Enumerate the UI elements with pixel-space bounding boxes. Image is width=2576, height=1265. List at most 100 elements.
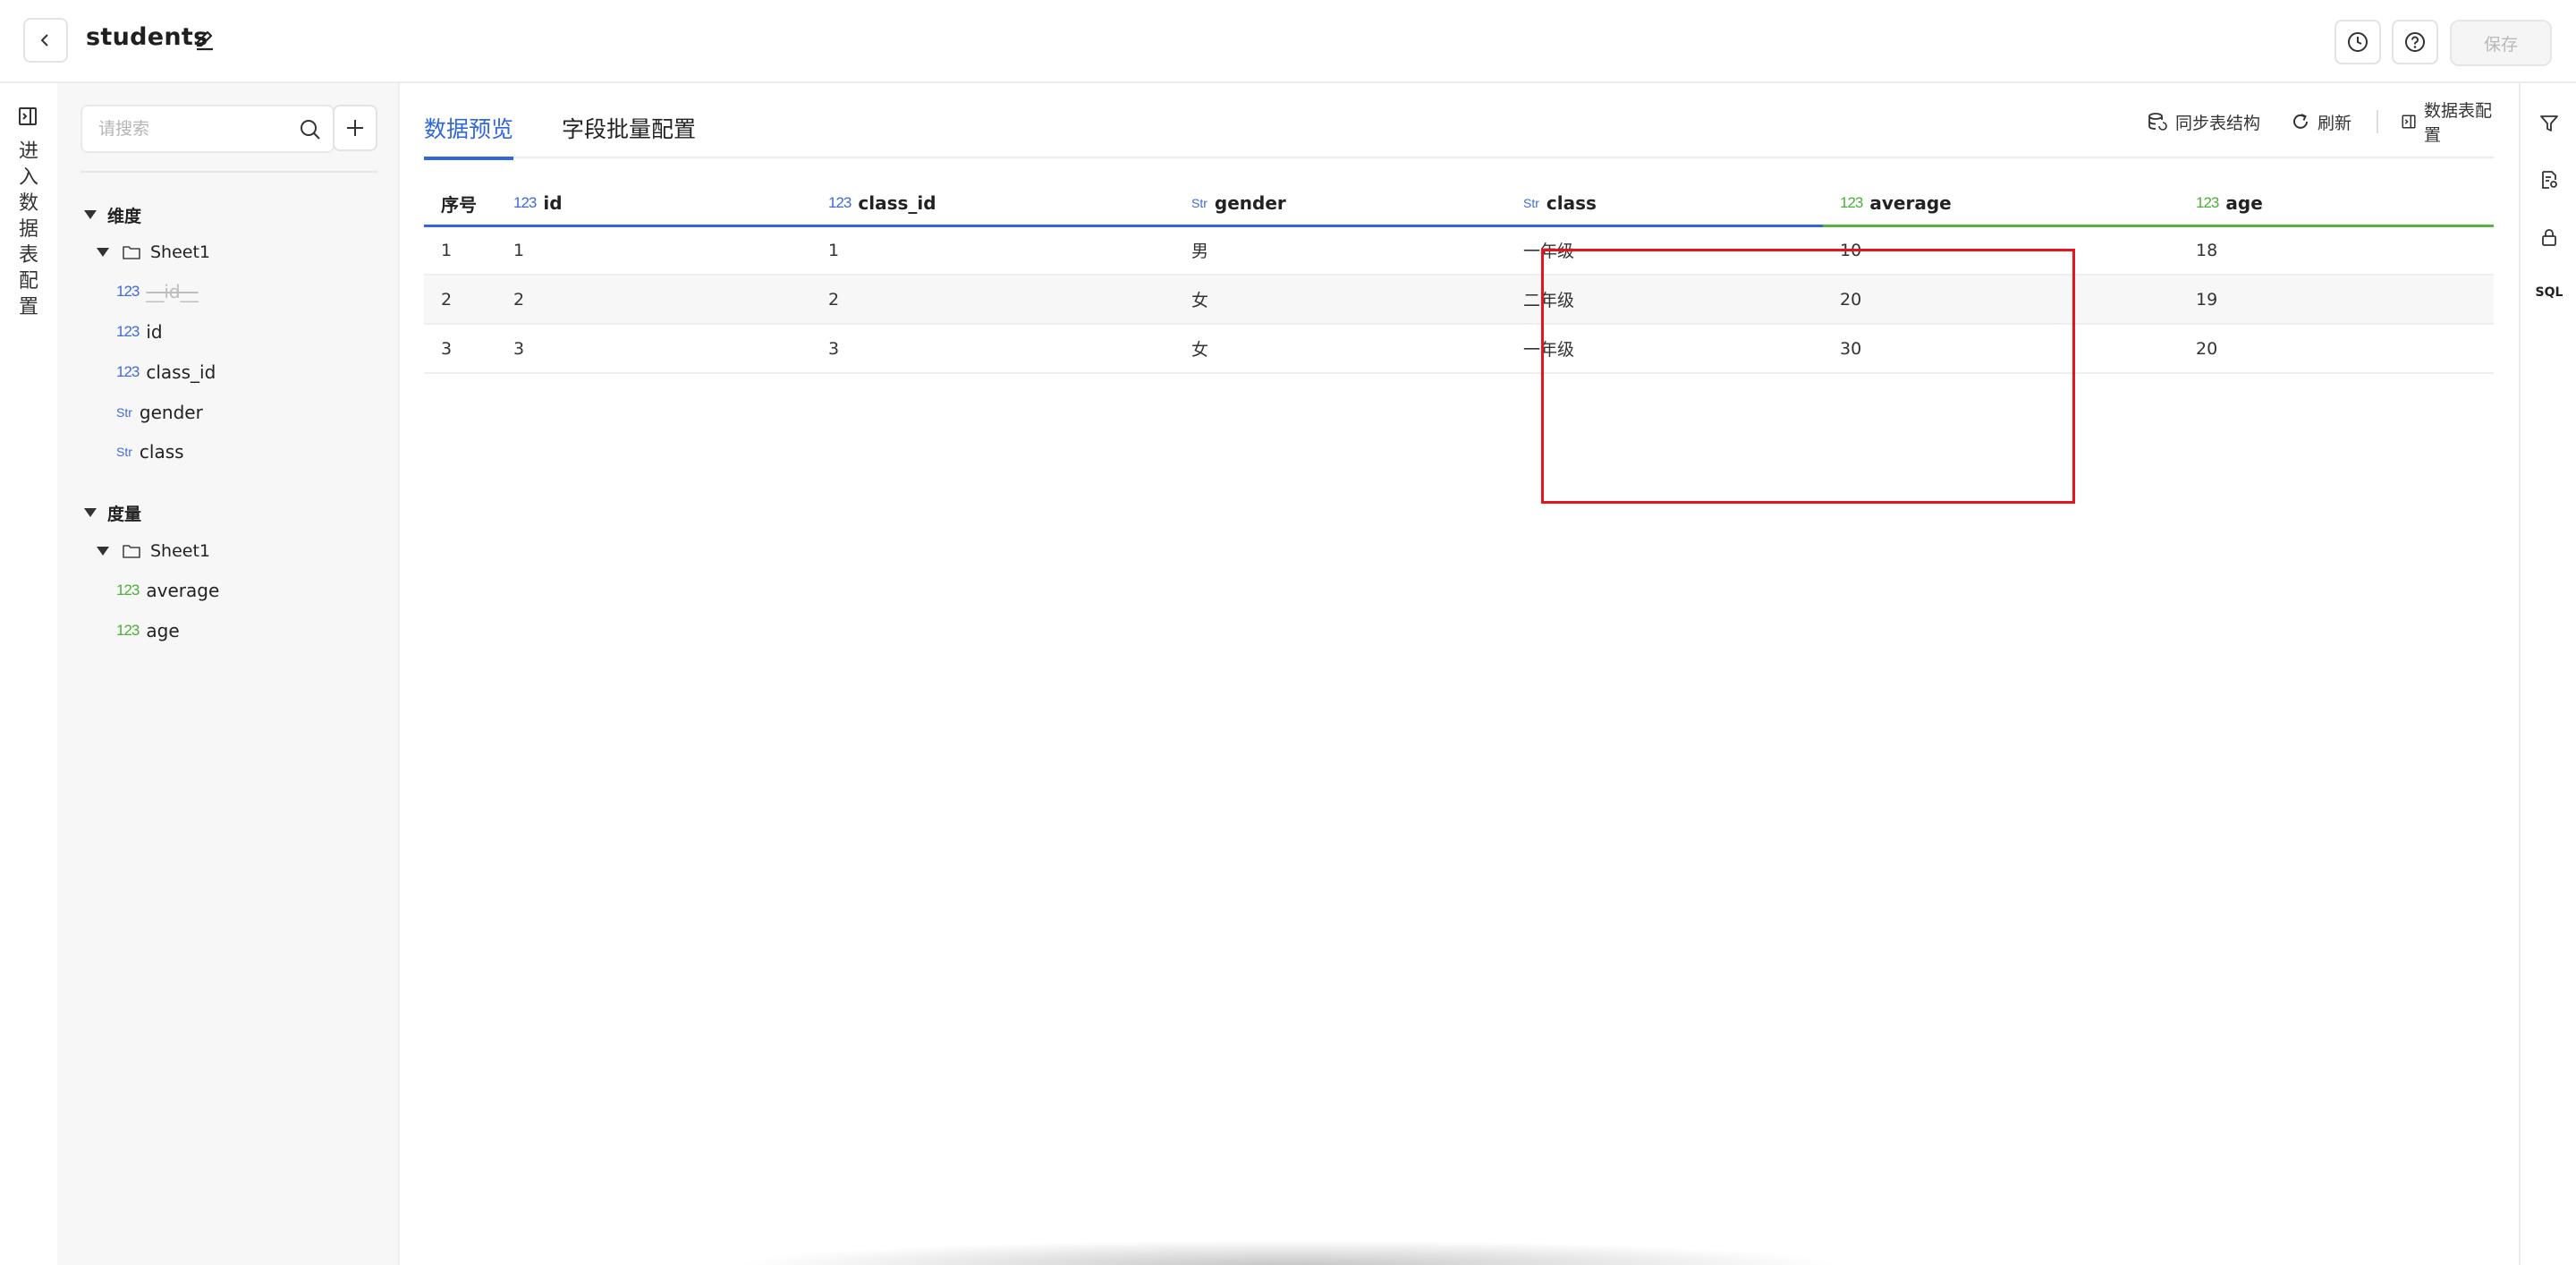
field-item[interactable]: 123 average xyxy=(116,577,219,604)
tab-field-batch-config[interactable]: 字段批量配置 xyxy=(562,112,696,157)
field-item[interactable]: 123 id xyxy=(116,318,163,345)
number-type-icon: 123 xyxy=(828,194,852,211)
table-cell: 18 xyxy=(2196,240,2218,260)
field-side-panel: 维度 Sheet1 123 __id__ 123 id 123 class_id… xyxy=(57,83,400,1265)
save-button[interactable]: 保存 xyxy=(2450,20,2552,66)
number-type-icon: 123 xyxy=(116,323,140,340)
folder-icon xyxy=(123,246,140,259)
help-button[interactable] xyxy=(2392,20,2438,64)
column-header[interactable]: 123 id xyxy=(513,182,563,225)
column-header[interactable]: Str class xyxy=(1523,182,1597,225)
panel-collapse-icon[interactable] xyxy=(17,106,38,127)
table-row: 1 1 1 男 一年级 10 18 xyxy=(424,226,2494,276)
table-cell: 3 xyxy=(441,338,453,359)
lock-icon[interactable] xyxy=(2538,226,2560,248)
caret-down-icon xyxy=(84,210,97,219)
measure-label: 度量 xyxy=(107,504,142,524)
clock-icon xyxy=(2348,32,2368,52)
table-cell: 20 xyxy=(1840,289,1862,310)
folder-label: Sheet1 xyxy=(150,242,211,262)
back-button[interactable] xyxy=(23,18,68,63)
filter-icon[interactable] xyxy=(2538,113,2560,134)
caret-down-icon xyxy=(97,248,109,257)
search-input[interactable] xyxy=(97,117,284,140)
table-config-button[interactable]: 数据表配置 xyxy=(2401,101,2494,145)
measure-folder-sheet1[interactable]: Sheet1 xyxy=(97,538,210,565)
top-bar: students 保存 xyxy=(0,0,2576,83)
string-type-icon: Str xyxy=(116,445,132,459)
table-cell: 女 xyxy=(1191,291,1209,310)
column-header[interactable]: 123 age xyxy=(2196,182,2263,225)
table-cell: 3 xyxy=(828,338,840,359)
table-cell: 女 xyxy=(1191,340,1209,360)
dimension-label: 维度 xyxy=(107,206,142,226)
page-title: students xyxy=(86,23,208,51)
table-cell: 1 xyxy=(513,240,525,260)
field-item[interactable]: 123 class_id xyxy=(116,359,216,386)
dimension-section-toggle[interactable]: 维度 xyxy=(84,201,141,228)
string-type-icon: Str xyxy=(116,405,132,420)
refresh-icon xyxy=(2293,114,2308,129)
number-type-icon: 123 xyxy=(116,582,140,599)
enter-table-config-link[interactable]: 进 入 数 据 表 配 置 xyxy=(0,139,57,320)
field-name: gender xyxy=(139,402,203,423)
number-type-icon: 123 xyxy=(513,194,537,211)
database-sync-icon xyxy=(2148,113,2167,131)
table-row: 2 2 2 女 二年级 20 19 xyxy=(424,276,2494,325)
table-cell: 2 xyxy=(513,289,525,310)
column-header[interactable]: Str gender xyxy=(1191,182,1286,225)
table-cell: 2 xyxy=(828,289,840,310)
column-header: 序号 xyxy=(441,193,477,216)
right-rail: SQL xyxy=(2519,83,2576,1265)
document-settings-icon[interactable] xyxy=(2538,169,2560,191)
add-field-button[interactable] xyxy=(333,105,377,151)
table-cell: 10 xyxy=(1840,240,1862,260)
sync-schema-button[interactable]: 同步表结构 xyxy=(2147,108,2260,135)
folder-icon xyxy=(123,545,140,558)
field-item[interactable]: Str gender xyxy=(116,399,203,426)
folder-label: Sheet1 xyxy=(150,541,211,561)
dimension-folder-sheet1[interactable]: Sheet1 xyxy=(97,239,210,266)
field-item[interactable]: Str class xyxy=(116,438,184,465)
table-cell: 20 xyxy=(2196,338,2218,359)
table-cell: 一年级 xyxy=(1523,242,1575,261)
panel-collapse-icon xyxy=(2402,115,2416,129)
history-button[interactable] xyxy=(2334,20,2381,64)
measure-section-toggle[interactable]: 度量 xyxy=(84,499,141,526)
string-type-icon: Str xyxy=(1191,196,1208,210)
field-name: class_id xyxy=(146,361,216,383)
number-type-icon: 123 xyxy=(116,283,140,300)
table-cell: 二年级 xyxy=(1523,291,1575,310)
caret-down-icon xyxy=(97,547,109,556)
sql-button[interactable]: SQL xyxy=(2521,285,2576,300)
field-name: age xyxy=(146,620,180,641)
search-box xyxy=(80,105,335,153)
field-name: __id__ xyxy=(146,281,199,302)
table-cell: 1 xyxy=(828,240,840,260)
table-cell: 3 xyxy=(513,338,525,359)
toolbar-divider xyxy=(2377,110,2378,133)
field-name: average xyxy=(146,580,220,601)
table-config-label: 数据表配置 xyxy=(2424,101,2493,145)
refresh-button[interactable]: 刷新 xyxy=(2291,108,2351,135)
table-cell: 2 xyxy=(441,289,453,310)
chevron-left-icon xyxy=(40,34,48,47)
tab-data-preview[interactable]: 数据预览 xyxy=(424,112,514,160)
column-header[interactable]: 123 average xyxy=(1840,182,1952,225)
number-type-icon: 123 xyxy=(116,622,140,639)
left-rail: 进 入 数 据 表 配 置 xyxy=(0,83,57,1265)
search-icon[interactable] xyxy=(299,118,322,141)
pencil-icon[interactable] xyxy=(191,27,218,54)
field-item[interactable]: 123 __id__ xyxy=(116,278,199,305)
table-cell: 19 xyxy=(2196,289,2218,310)
table-cell: 一年级 xyxy=(1523,340,1575,360)
field-name: id xyxy=(146,321,163,343)
number-type-icon: 123 xyxy=(116,363,140,380)
column-header[interactable]: 123 class_id xyxy=(828,182,936,225)
refresh-label: 刷新 xyxy=(2318,113,2352,133)
tab-bar: 数据预览 字段批量配置 同步表结构 刷新 数据表配置 xyxy=(424,83,2494,160)
field-item[interactable]: 123 age xyxy=(116,617,180,644)
field-name: class xyxy=(139,441,184,463)
data-preview-table: 序号 123 id 123 class_id Str gender Str cl… xyxy=(424,182,2494,374)
table-row: 3 3 3 女 一年级 30 20 xyxy=(424,325,2494,374)
